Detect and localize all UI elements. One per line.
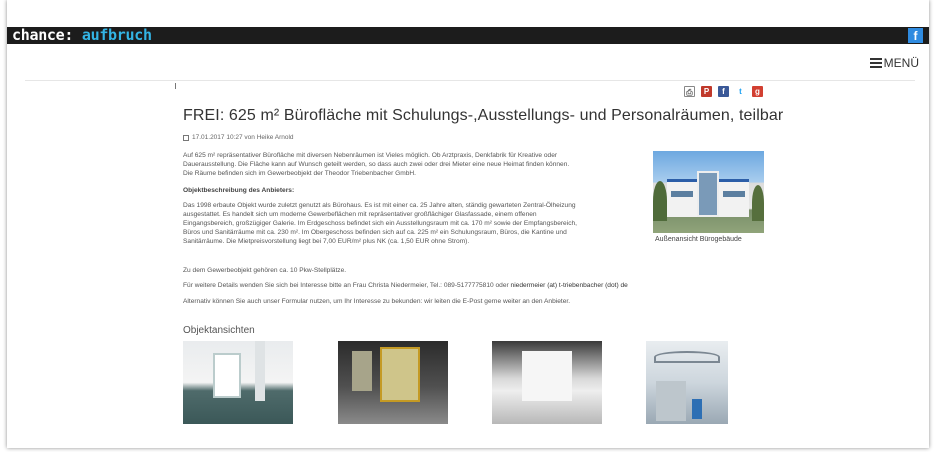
contact-email-link[interactable]: niedermeier (at) t-triebenbacher (dot) d…: [511, 282, 628, 289]
site-logo[interactable]: chance: aufbruch: [12, 27, 152, 44]
logo-text-aufbruch: aufbruch: [81, 26, 152, 44]
gallery-photo-4[interactable]: [646, 341, 728, 424]
facebook-icon[interactable]: f: [908, 28, 923, 43]
photo-caption: Außenansicht Bürogebäude: [655, 236, 742, 243]
parking-text: Zu dem Gewerbeobjekt gehören ca. 10 Pkw-…: [183, 267, 347, 274]
googleplus-icon[interactable]: g: [752, 86, 763, 97]
page-title: FREI: 625 m² Bürofläche mit Schulungs-,A…: [183, 107, 784, 124]
description-line: Eingangsbereich, großzügiger Galerie. Im…: [183, 219, 577, 227]
intro-line: Dauerausstellung. Die Fläche kann auf Wu…: [183, 160, 570, 168]
meta-text: 17.01.2017 10:27 von Heike Arnold: [192, 134, 294, 141]
subheading: Objektbeschreibung des Anbieters:: [183, 187, 295, 194]
print-icon[interactable]: ⎙: [684, 86, 695, 97]
share-toolbar: ⎙ P f t g: [684, 86, 763, 97]
article-meta: 17.01.2017 10:27 von Heike Arnold: [183, 134, 294, 141]
intro-line: Auf 625 m² repräsentativer Bürofläche mi…: [183, 152, 558, 159]
description-line: Büros und Sanitärräume mit ca. 230 m². I…: [183, 228, 567, 236]
menu-button[interactable]: MENÜ: [869, 56, 919, 70]
facebook-share-icon[interactable]: f: [718, 86, 729, 97]
text-cursor-mark: [175, 83, 176, 89]
divider: [25, 80, 915, 81]
contact-paragraph: Für weitere Details wenden Sie sich bei …: [183, 282, 628, 291]
twitter-icon[interactable]: t: [735, 86, 746, 97]
intro-paragraph: Auf 625 m² repräsentativer Bürofläche mi…: [183, 152, 569, 179]
description-line: Sanitärräume. Die Mietpreisvorstellung l…: [183, 237, 470, 245]
hamburger-icon: [869, 58, 882, 68]
form-text: Alternativ können Sie auch unser Formula…: [183, 298, 571, 305]
logo-text-chance: chance:: [12, 26, 82, 44]
gallery-photo-2[interactable]: [338, 341, 448, 424]
browser-page: chance: aufbruch f MENÜ ⎙ P f t g FREI: …: [7, 0, 929, 448]
intro-line: Die Räume befinden sich im Gewerbeobjekt…: [183, 169, 416, 177]
building-exterior-photo[interactable]: [653, 151, 764, 233]
description-line: ausgestattet. Es handelt sich um moderne…: [183, 210, 537, 218]
calendar-icon: [183, 134, 189, 141]
gallery-photo-1[interactable]: [183, 341, 293, 424]
contact-text: Für weitere Details wenden Sie sich bei …: [183, 282, 511, 289]
gallery-heading: Objektansichten: [183, 325, 255, 336]
gallery-photo-3[interactable]: [492, 341, 602, 424]
pdf-icon[interactable]: P: [701, 86, 712, 97]
description-paragraph: Das 1998 erbaute Objekt wurde zuletzt ge…: [183, 202, 577, 247]
description-line: Das 1998 erbaute Objekt wurde zuletzt ge…: [183, 202, 576, 209]
top-bar: chance: aufbruch f: [7, 27, 929, 44]
menu-label: MENÜ: [883, 56, 919, 70]
